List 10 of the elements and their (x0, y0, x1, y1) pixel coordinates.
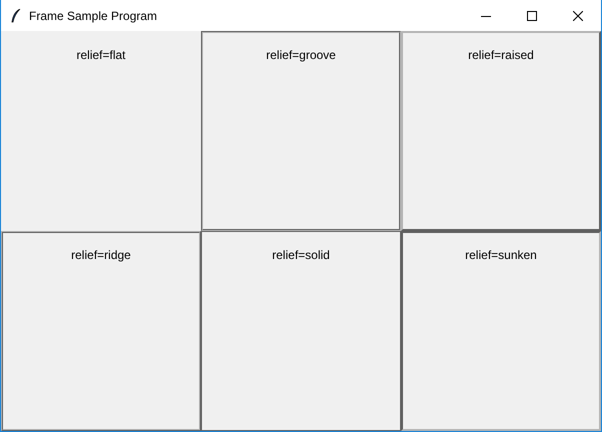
frame-label: relief=solid (272, 247, 330, 263)
frame-label: relief=ridge (71, 247, 131, 263)
frame-label: relief=groove (266, 47, 336, 63)
maximize-icon (527, 10, 537, 20)
frame-label: relief=raised (468, 47, 534, 63)
close-icon (573, 10, 583, 20)
frame-label: relief=flat (76, 47, 126, 63)
frame-label: relief=sunken (465, 247, 537, 263)
window-title: Frame Sample Program (29, 8, 158, 24)
feather-icon (11, 8, 21, 22)
